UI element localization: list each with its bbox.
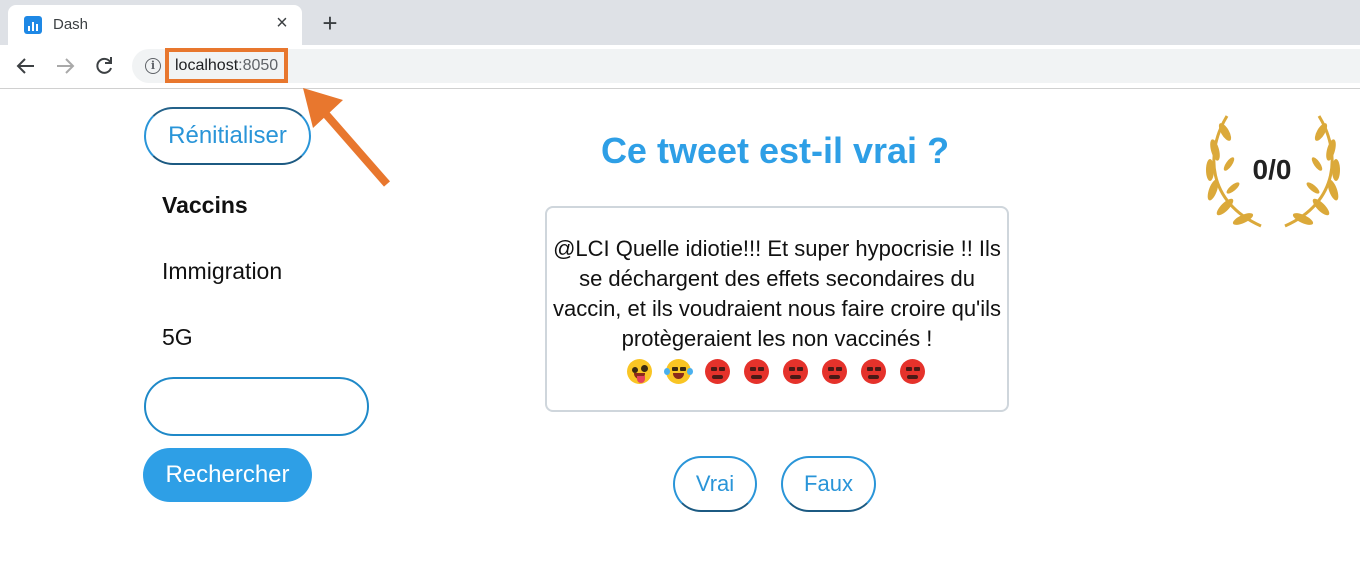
topic-vaccins[interactable]: Vaccins — [162, 192, 248, 219]
crazy-face-icon — [626, 358, 652, 384]
topic-immigration[interactable]: Immigration — [162, 258, 282, 285]
search-button[interactable]: Rechercher — [143, 448, 312, 502]
url-port: :8050 — [238, 57, 279, 74]
browser-tab-strip: Dash × + — [0, 0, 1360, 45]
tab-title: Dash — [53, 16, 89, 33]
reload-icon[interactable] — [91, 53, 117, 79]
forward-arrow-icon[interactable] — [52, 53, 78, 79]
page-title: Ce tweet est-il vrai ? — [600, 130, 950, 171]
search-input[interactable] — [144, 377, 369, 436]
angry-face-icon — [783, 358, 809, 384]
back-arrow-icon[interactable] — [13, 53, 39, 79]
angry-face-icon — [704, 358, 730, 384]
true-button[interactable]: Vrai — [673, 456, 757, 512]
url-host: localhost — [175, 57, 239, 74]
angry-face-icon — [861, 358, 887, 384]
browser-toolbar: i localhost:8050 — [0, 45, 1360, 89]
tweet-text: @LCI Quelle idiotie!!! Et super hypocris… — [552, 236, 1002, 351]
dash-favicon-icon — [24, 16, 42, 34]
address-bar[interactable]: i localhost:8050 — [132, 48, 1360, 83]
close-icon[interactable]: × — [271, 12, 293, 34]
angry-face-icon — [900, 358, 926, 384]
laughing-tears-icon — [663, 358, 693, 384]
tweet-emoji-row — [626, 355, 930, 385]
url-text[interactable]: localhost:8050 — [175, 57, 278, 75]
score-value: 0/0 — [1252, 154, 1292, 185]
browser-tab[interactable]: Dash × — [8, 5, 302, 45]
topic-5g[interactable]: 5G — [162, 324, 193, 351]
score-badge: 0/0 — [1203, 112, 1343, 236]
angry-face-icon — [822, 358, 848, 384]
tweet-card: @LCI Quelle idiotie!!! Et super hypocris… — [545, 206, 1009, 412]
plus-icon[interactable]: + — [317, 10, 343, 36]
angry-face-icon — [743, 358, 769, 384]
info-icon[interactable]: i — [145, 58, 161, 74]
false-button[interactable]: Faux — [781, 456, 876, 512]
reset-button[interactable]: Rénitialiser — [144, 107, 311, 165]
